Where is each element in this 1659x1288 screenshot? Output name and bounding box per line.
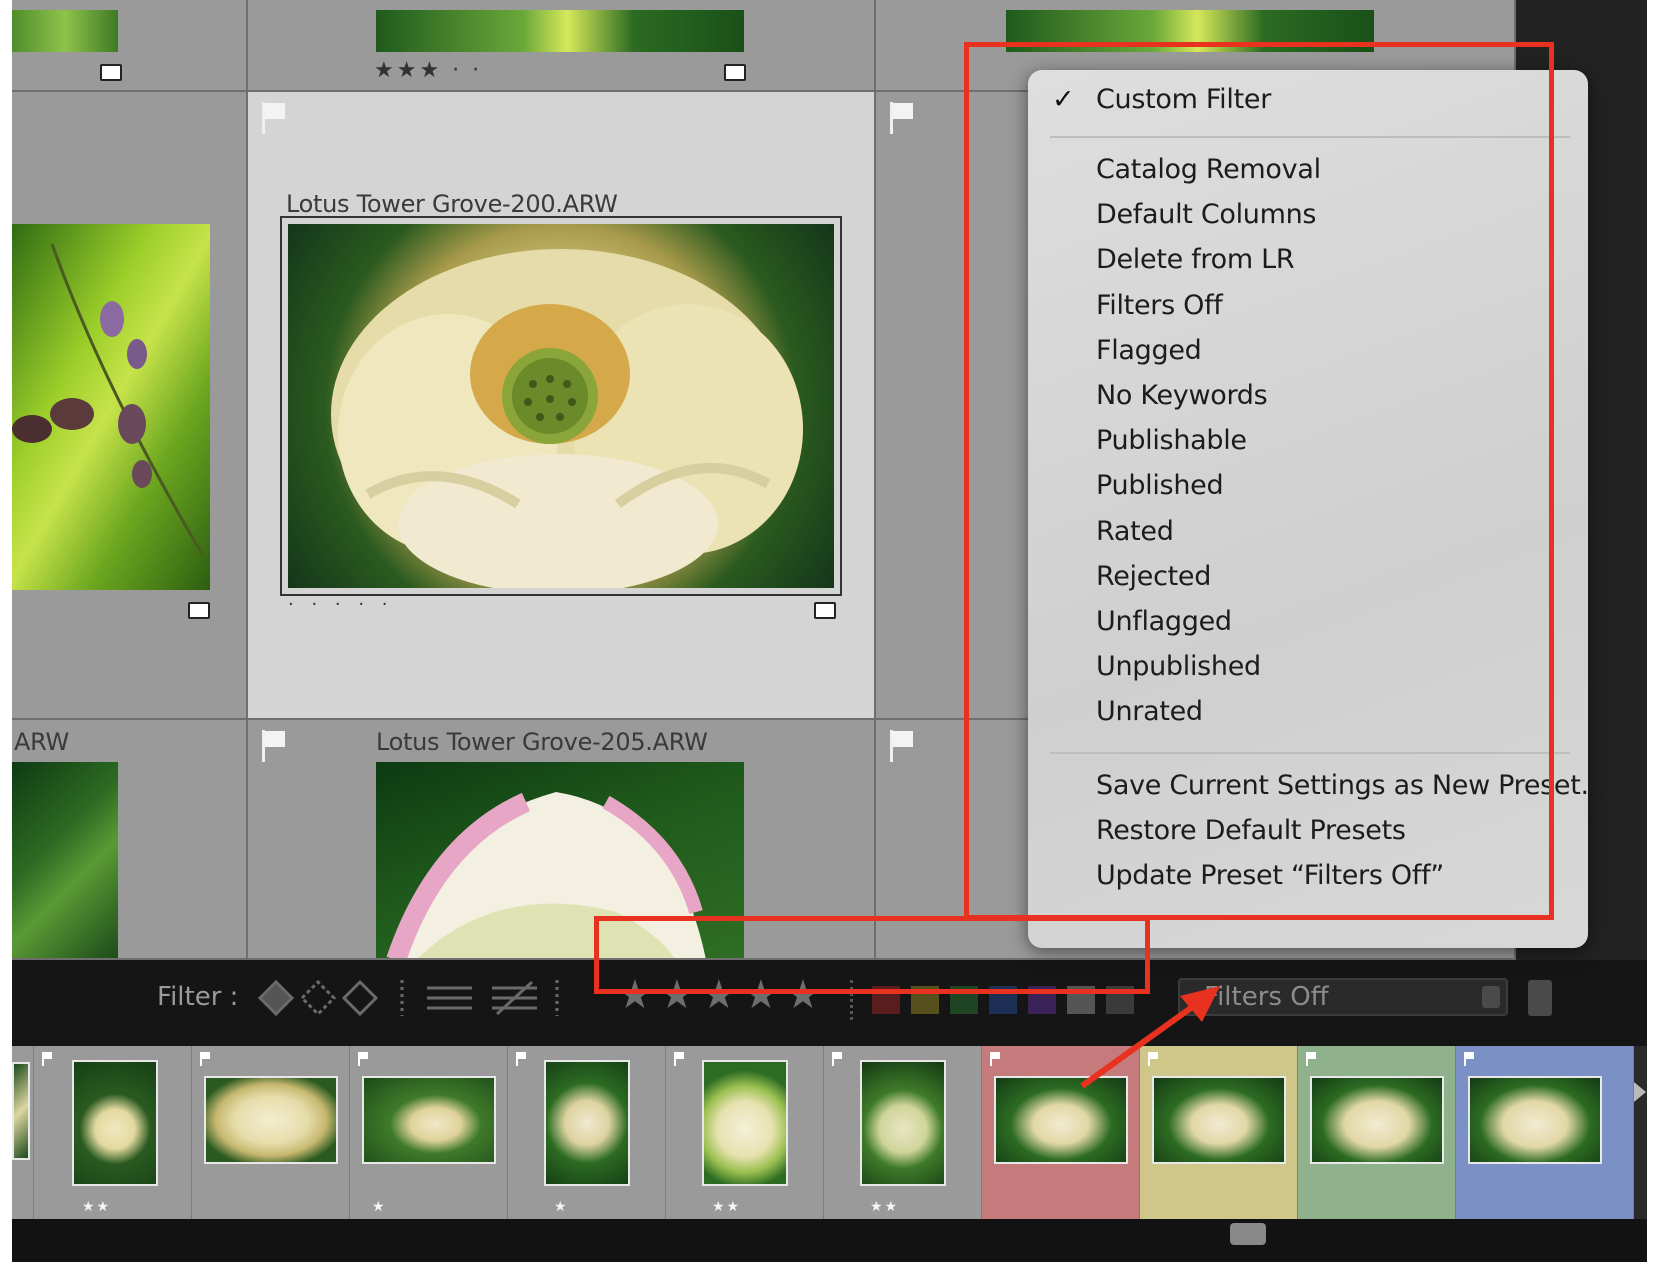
photo-thumbnail[interactable] (12, 762, 118, 958)
filmstrip-cell[interactable] (1456, 1046, 1634, 1219)
badge-icon (100, 64, 122, 81)
filmstrip-thumbnail[interactable] (72, 1060, 158, 1186)
flag-filter-icons[interactable] (252, 974, 572, 1022)
flag-icon[interactable] (262, 730, 285, 762)
flag-icon[interactable] (832, 1052, 842, 1066)
filmstrip-thumbnail[interactable] (204, 1076, 338, 1164)
flag-icon[interactable] (262, 102, 285, 134)
filmstrip-cell[interactable] (1298, 1046, 1456, 1219)
flag-icon[interactable] (1464, 1052, 1474, 1066)
filmstrip-thumbnail[interactable] (860, 1060, 946, 1186)
filmstrip-cell[interactable]: ★ (508, 1046, 666, 1219)
photo-thumbnail[interactable] (12, 10, 118, 52)
filmstrip-thumbnail[interactable] (702, 1060, 788, 1186)
flag-icon[interactable] (674, 1052, 684, 1066)
grid-cell-top-left[interactable] (12, 0, 248, 92)
filmstrip-thumbnail[interactable] (1310, 1076, 1444, 1164)
filmstrip-thumbnail[interactable] (12, 1062, 30, 1160)
flag-icon[interactable] (42, 1052, 52, 1066)
filmstrip-cell[interactable]: ★ (350, 1046, 508, 1219)
filmstrip-scroll-thumb[interactable] (1230, 1223, 1266, 1245)
filmstrip-star-rating: ★★ (82, 1199, 112, 1215)
lock-toggle-icon[interactable] (1528, 980, 1552, 1016)
flag-icon[interactable] (358, 1052, 368, 1066)
star-rating[interactable]: · · · · · (288, 594, 394, 615)
lotus-flower-graphic (331, 249, 803, 588)
flag-icon[interactable] (890, 102, 913, 134)
flag-icon[interactable] (516, 1052, 526, 1066)
filmstrip-star-rating: ★★ (870, 1199, 900, 1215)
grid-cell-bottom-left[interactable]: ARW (12, 720, 248, 960)
annotation-arrow (1080, 986, 1220, 1089)
flag-icon[interactable] (890, 730, 913, 762)
filmstrip-scrollbar-area (12, 1219, 1647, 1262)
flag-icon[interactable] (200, 1052, 210, 1066)
chevron-up-down-icon (1482, 986, 1500, 1008)
filmstrip-thumbnail[interactable] (1468, 1076, 1602, 1164)
filmstrip-cell[interactable] (12, 1046, 34, 1219)
filmstrip-thumbnail[interactable] (362, 1076, 496, 1164)
filter-label: Filter : (157, 982, 239, 1012)
filmstrip-cell[interactable] (192, 1046, 350, 1219)
flag-icon[interactable] (990, 1052, 1000, 1066)
lightroom-library-window: ★★★ · · Lotus Tower Grove-200.ARW · · · … (12, 0, 1647, 1262)
grid-cell-top-middle[interactable]: ★★★ · · (248, 0, 876, 92)
photo-thumbnail[interactable] (376, 10, 744, 52)
flag-icon[interactable] (1306, 1052, 1316, 1066)
filmstrip-cell[interactable]: ★★ (34, 1046, 192, 1219)
highlight-box-menu (964, 42, 1554, 920)
filmstrip-star-rating: ★★ (712, 1199, 742, 1215)
grid-cell-selected[interactable]: Lotus Tower Grove-200.ARW · · · · · (248, 92, 876, 720)
grid-cell-middle-left[interactable] (12, 92, 248, 720)
star-rating[interactable]: ★★★ · · (374, 58, 482, 83)
photo-filename: Lotus Tower Grove-205.ARW (376, 728, 708, 756)
filmstrip-cell[interactable]: ★★ (824, 1046, 982, 1219)
badge-icon (724, 64, 746, 81)
photo-thumbnail[interactable] (12, 224, 210, 590)
flower-stem-graphic (12, 243, 204, 555)
photo-filename: Lotus Tower Grove-200.ARW (286, 190, 618, 218)
filmstrip-scroll-right-icon[interactable] (1634, 1082, 1646, 1102)
badge-icon (188, 602, 210, 619)
filmstrip-star-rating: ★ (554, 1199, 569, 1215)
filmstrip-star-rating: ★ (372, 1199, 387, 1215)
filmstrip-thumbnail[interactable] (544, 1060, 630, 1186)
photo-filename: ARW (14, 728, 69, 756)
badge-icon (814, 602, 836, 619)
filmstrip: ★★ ★ ★ ★★ ★★ (12, 1046, 1634, 1219)
filmstrip-cell[interactable]: ★★ (666, 1046, 824, 1219)
photo-thumbnail[interactable] (288, 224, 834, 588)
